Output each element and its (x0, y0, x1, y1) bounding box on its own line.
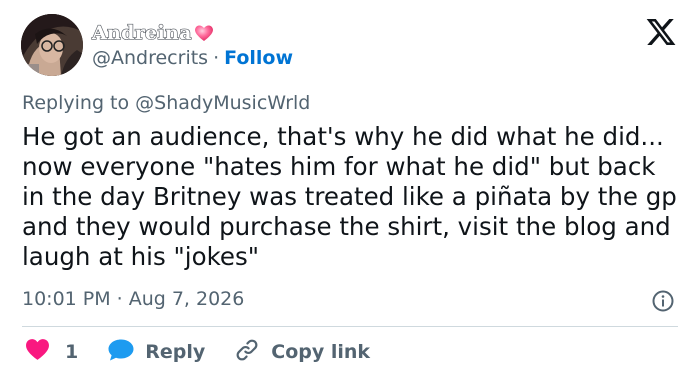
reply-target-handle[interactable]: @ShadyMusicWrld (135, 92, 310, 114)
timestamp-separator: · (116, 288, 123, 310)
replying-to-line: Replying to @ShadyMusicWrld (22, 92, 310, 114)
tweet-date: Aug 7, 2026 (128, 288, 245, 310)
like-count: 1 (65, 341, 79, 363)
replying-to-prefix: Replying to (22, 92, 130, 114)
tweet-card: Andreina @Andrecrits · Follow Replying to (0, 0, 700, 379)
heart-icon (25, 338, 50, 366)
copy-link-label: Copy link (271, 341, 371, 363)
action-bar: 1 Reply Copy link (25, 338, 370, 366)
link-icon (234, 337, 260, 368)
display-name[interactable]: Andreina (91, 21, 192, 44)
tweet-timestamp[interactable]: 10:01 PM · Aug 7, 2026 (22, 288, 244, 310)
heart-emoji-icon (194, 24, 214, 42)
author-name-row: Andreina (91, 20, 214, 46)
reply-bubble-icon (107, 338, 135, 367)
tweet-text: He got an audience, that's why he did wh… (22, 122, 677, 271)
like-button[interactable]: 1 (25, 338, 78, 366)
avatar[interactable] (21, 14, 83, 76)
copy-link-button[interactable]: Copy link (234, 337, 370, 368)
reply-label: Reply (145, 341, 206, 363)
x-logo-icon[interactable] (645, 16, 677, 48)
handle-row: @Andrecrits · Follow (92, 47, 293, 69)
follow-button[interactable]: Follow (224, 47, 293, 69)
user-handle[interactable]: @Andrecrits (92, 47, 208, 69)
handle-separator: · (213, 47, 220, 69)
tweet-time: 10:01 PM (22, 288, 111, 310)
reply-button[interactable]: Reply (107, 338, 205, 367)
info-icon[interactable] (651, 289, 675, 313)
divider (22, 326, 678, 327)
